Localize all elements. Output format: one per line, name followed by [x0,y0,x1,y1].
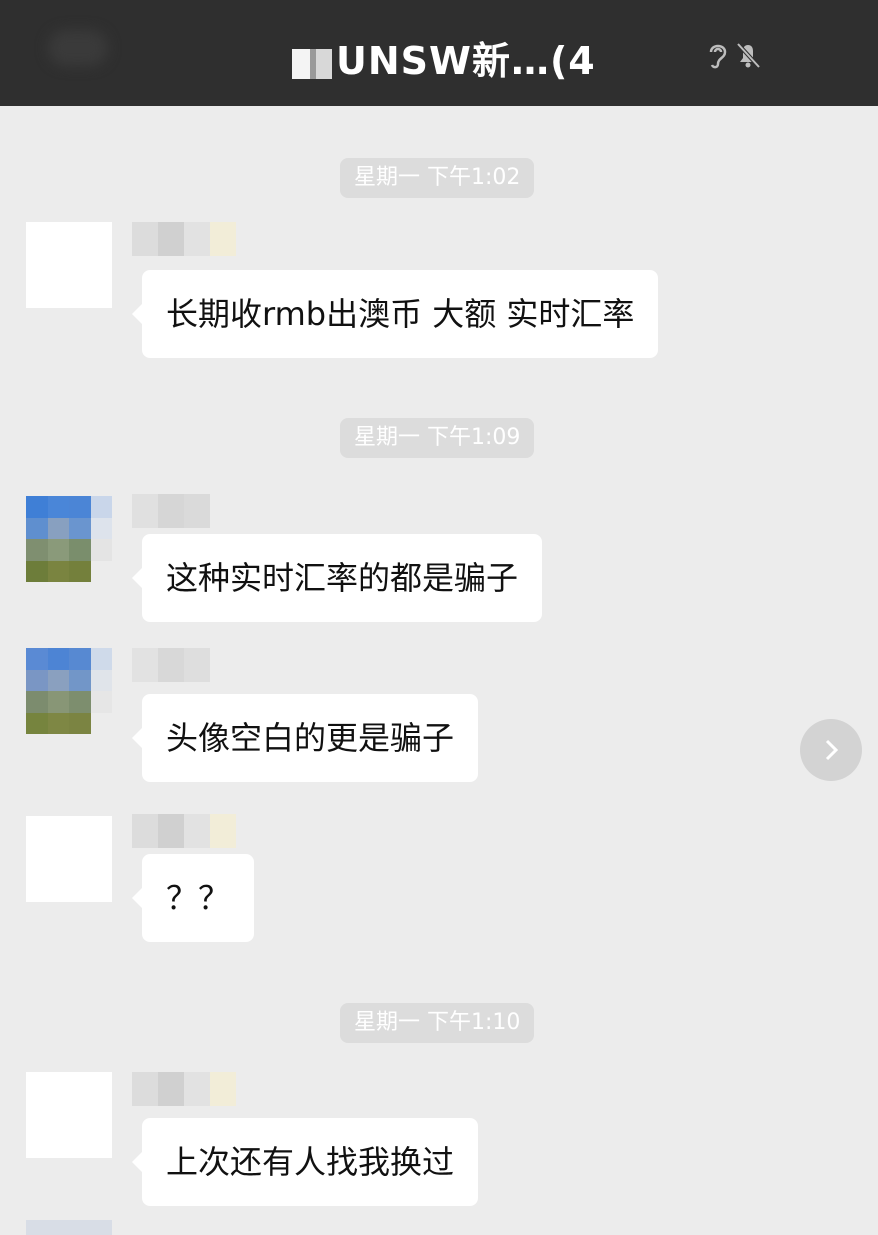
sender-name-censored [132,648,210,682]
sender-name-censored [132,1072,236,1106]
chat-title[interactable]: UNSW新…(4 [292,30,596,85]
message-bubble[interactable]: ？？ [131,854,255,942]
ear-icon[interactable] [704,38,732,70]
sender-name-censored [132,814,236,848]
message-bubble[interactable]: 头像空白的更是骗子 [131,694,479,782]
timestamp: 星期一 下午1:02 [340,158,535,198]
avatar[interactable] [26,1072,112,1158]
censored-title-prefix [292,48,332,79]
mute-bell-icon[interactable] [734,38,762,70]
avatar[interactable] [26,816,112,902]
avatar[interactable] [26,1220,112,1235]
chat-header: UNSW新…(4 [0,0,878,106]
avatar[interactable] [26,496,112,582]
sender-name-censored [132,222,236,256]
message-bubble[interactable]: 这种实时汇率的都是骗子 [131,534,543,622]
timestamp: 星期一 下午1:09 [340,418,535,458]
message-bubble[interactable]: 上次还有人找我换过 [131,1118,479,1206]
chevron-right-icon [825,739,839,761]
chat-title-text: UNSW新…(4 [336,39,596,83]
message-bubble[interactable]: 长期收rmb出澳币 大额 实时汇率 [131,270,659,358]
back-button[interactable] [48,30,108,66]
timestamp: 星期一 下午1:10 [340,1003,535,1043]
next-arrow-button[interactable] [800,719,862,781]
avatar[interactable] [26,222,112,308]
sender-name-censored [132,494,210,528]
avatar[interactable] [26,648,112,734]
